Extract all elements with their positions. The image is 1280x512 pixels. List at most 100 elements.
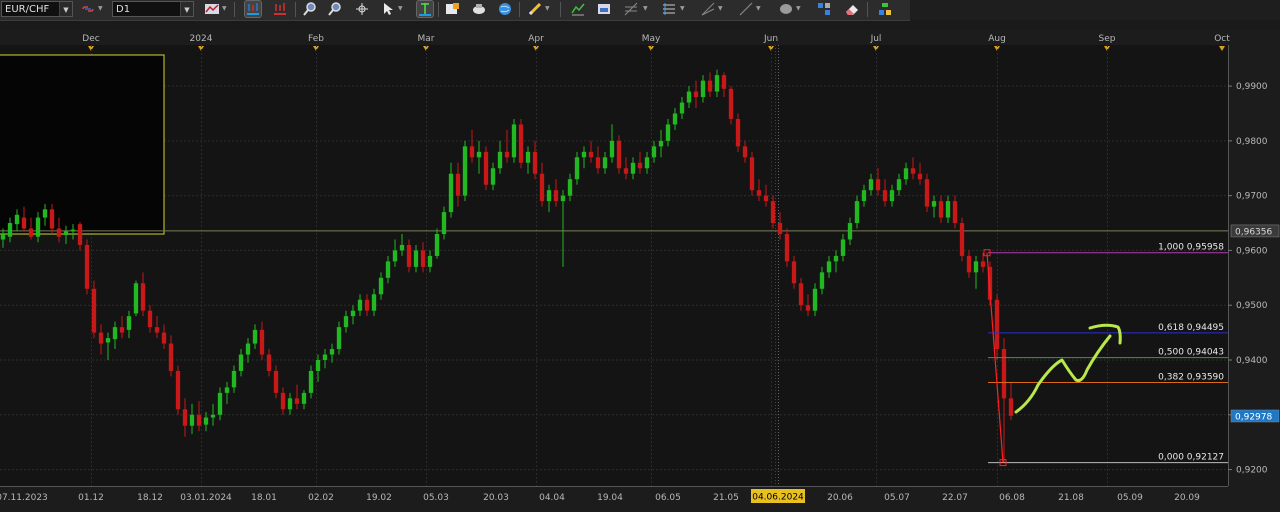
candle-body <box>266 354 272 371</box>
candle-body <box>805 305 811 311</box>
candle-body <box>483 151 489 185</box>
candle-body <box>637 162 643 169</box>
candle-body <box>847 223 853 240</box>
candle-body <box>35 217 41 237</box>
candle-body <box>203 417 209 425</box>
candle-body <box>945 201 951 218</box>
candle-body <box>994 299 1000 350</box>
fibonacci-icon[interactable] <box>623 1 639 17</box>
ray-icon[interactable] <box>700 1 716 17</box>
candle-body <box>518 124 524 163</box>
channel-dropdown-icon[interactable]: ▼ <box>680 5 685 12</box>
candle-body <box>763 195 769 202</box>
candle-body <box>91 288 97 333</box>
date-tick-label: 07.11.2023 <box>0 493 48 503</box>
cursor-icon[interactable] <box>380 1 396 17</box>
pen-icon[interactable] <box>527 1 543 17</box>
shapes-icon[interactable] <box>778 1 794 17</box>
trading-app: EUR/CHF ▼ ▼ D1 ▼ ▼ ▼ ▼ ▼ ▼ ▼ ▼ ▼ Dec 202… <box>0 0 1280 512</box>
price-tick-label: 0,9200 <box>1236 466 1268 476</box>
link-icon[interactable] <box>80 1 96 17</box>
candle-body <box>784 234 790 262</box>
overlay-panel[interactable] <box>0 54 165 235</box>
timeframe-select[interactable]: D1 ▼ <box>112 1 194 17</box>
candle-body <box>665 124 671 141</box>
top-month-label: Dec <box>82 34 99 44</box>
trend-line-dropdown-icon[interactable]: ▼ <box>756 5 761 12</box>
candle-body <box>791 261 797 284</box>
date-tick-label: 18.01 <box>251 493 277 503</box>
candle-body <box>1001 349 1007 399</box>
candle-body <box>749 157 755 191</box>
candle-body <box>175 370 181 410</box>
candle-body <box>21 217 27 229</box>
price-chart[interactable]: Dec 2024 Feb Mar Apr May Jun Jul Aug Sep Oct 0,9900… <box>0 30 1280 512</box>
date-tick-label: 05.09 <box>1117 493 1143 503</box>
objects-icon[interactable] <box>816 1 832 17</box>
chart-type-dropdown-icon[interactable]: ▼ <box>222 5 227 12</box>
bar-chart-icon[interactable] <box>244 0 262 18</box>
candle-body <box>231 370 237 388</box>
candle-body <box>840 239 846 256</box>
candle-body <box>609 140 615 158</box>
ohlc-chart-icon[interactable] <box>272 1 288 17</box>
zoom-in-icon[interactable] <box>302 1 318 17</box>
candle-body <box>7 223 13 237</box>
fibonacci-dropdown-icon[interactable]: ▼ <box>643 5 648 12</box>
top-month-label: Aug <box>988 34 1006 44</box>
eraser-icon[interactable] <box>844 1 860 17</box>
channel-icon[interactable] <box>661 1 677 17</box>
candle-body <box>896 179 902 191</box>
candle-settings-icon[interactable] <box>471 1 487 17</box>
symbol-dropdown-arrow-icon[interactable]: ▼ <box>59 2 72 16</box>
candle-body <box>910 168 916 174</box>
ray-dropdown-icon[interactable]: ▼ <box>718 5 723 12</box>
candle-body <box>42 209 48 218</box>
shapes-dropdown-icon[interactable]: ▼ <box>796 5 801 12</box>
candle-body <box>735 118 741 147</box>
candle-body <box>98 332 104 344</box>
price-tick-label: 0,9400 <box>1236 356 1268 366</box>
candle-body <box>378 277 384 295</box>
date-tick-label: 20.09 <box>1174 493 1200 503</box>
candle-body <box>357 299 363 311</box>
template-icon[interactable] <box>596 1 612 17</box>
trend-line-icon[interactable] <box>738 1 754 17</box>
candle-body <box>833 255 839 262</box>
top-month-label: Sep <box>1099 34 1116 44</box>
price-tick-label: 0,9500 <box>1236 301 1268 311</box>
trend-lines-icon[interactable] <box>570 1 586 17</box>
chart-type-icon[interactable] <box>204 1 220 17</box>
candle-body <box>469 146 475 158</box>
link-dropdown-icon[interactable]: ▼ <box>98 5 103 12</box>
candle-body <box>721 75 727 89</box>
add-indicator-icon[interactable] <box>444 1 460 17</box>
candle-body <box>399 244 405 251</box>
price-tick-label: 0,9900 <box>1236 82 1268 92</box>
line-tool-icon[interactable] <box>416 0 434 18</box>
cursor-dropdown-icon[interactable]: ▼ <box>398 5 403 12</box>
top-month-label: Jul <box>870 34 882 44</box>
candle-body <box>889 190 895 202</box>
top-month-label: 2024 <box>190 34 213 44</box>
price-label: 0,96356 <box>1235 227 1272 237</box>
pen-dropdown-icon[interactable]: ▼ <box>545 5 550 12</box>
date-tick-label: 21.08 <box>1058 493 1084 503</box>
globe-icon[interactable] <box>497 1 513 17</box>
candle-body <box>14 214 20 225</box>
price-tick-label: 0,9600 <box>1236 246 1268 256</box>
properties-icon[interactable] <box>877 1 893 17</box>
date-tick-label: 04.04 <box>539 493 565 503</box>
symbol-select[interactable]: EUR/CHF ▼ <box>1 1 73 17</box>
zoom-out-icon[interactable] <box>327 1 343 17</box>
top-month-label: May <box>642 34 661 44</box>
candle-body <box>644 157 650 169</box>
candle-body <box>882 190 888 202</box>
candle-body <box>525 151 531 163</box>
timeframe-dropdown-arrow-icon[interactable]: ▼ <box>180 2 193 16</box>
candle-body <box>854 201 860 224</box>
fibonacci-level-label: 0,500 0,94043 <box>1158 348 1224 358</box>
toolbar: EUR/CHF ▼ ▼ D1 ▼ ▼ ▼ ▼ ▼ ▼ ▼ ▼ ▼ <box>0 0 910 21</box>
crosshair-icon[interactable] <box>354 1 370 17</box>
price-axis <box>1228 30 1280 512</box>
